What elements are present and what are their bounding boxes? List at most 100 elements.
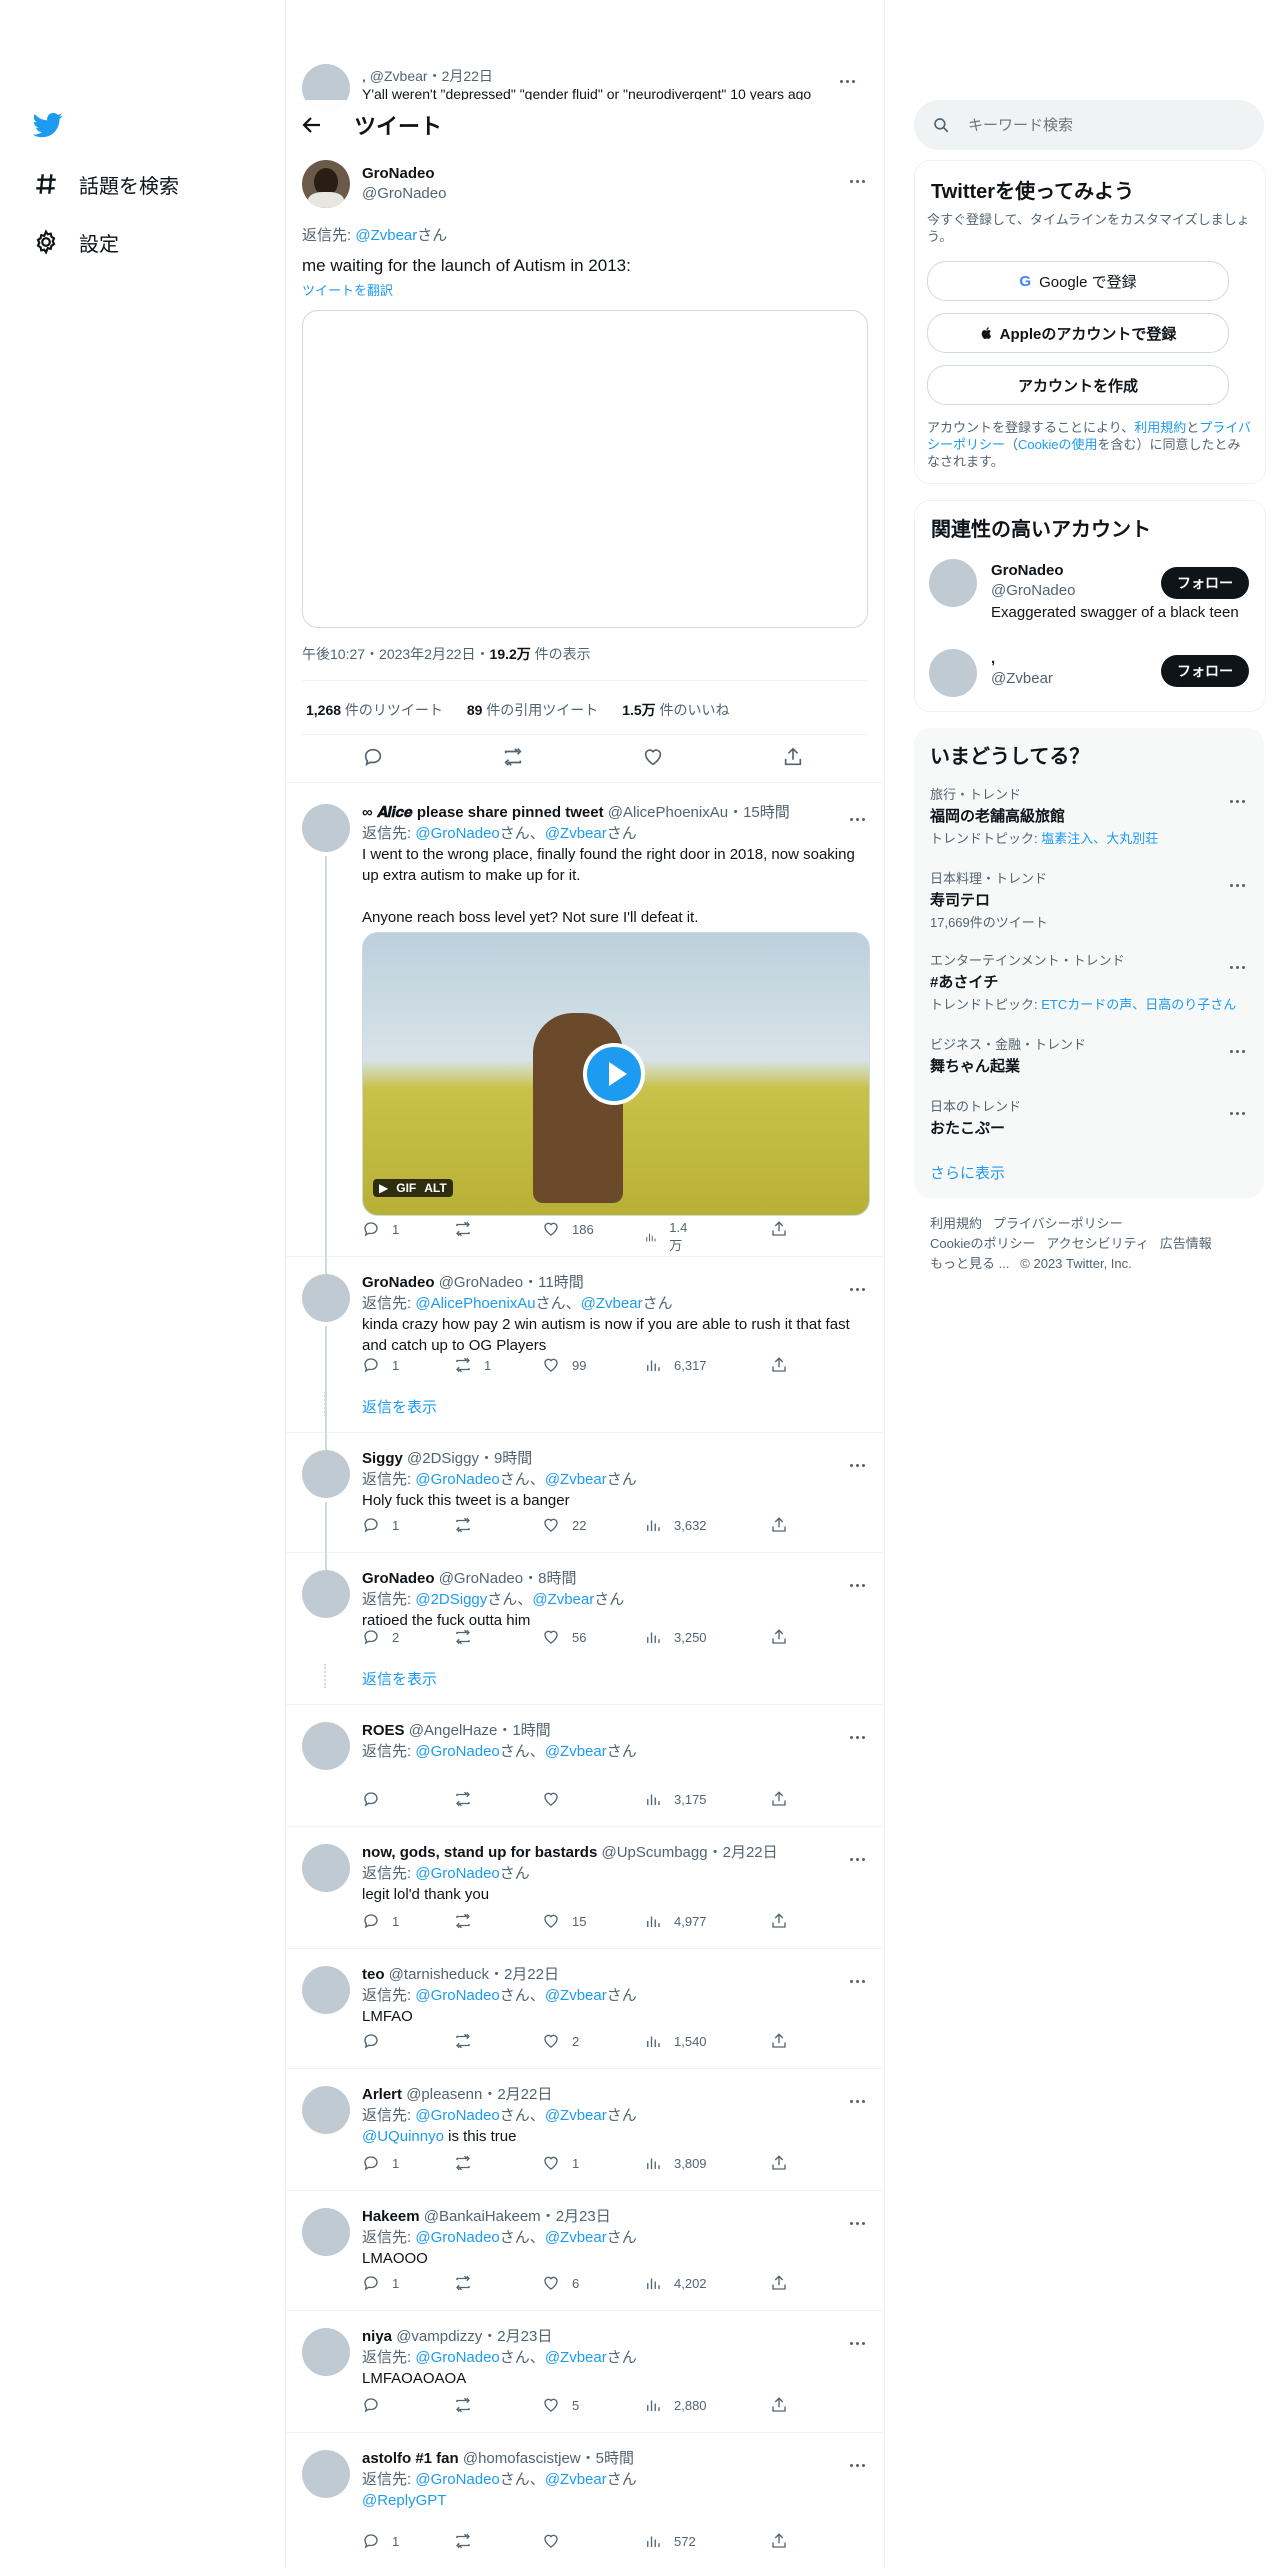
reply-button[interactable]: 2 — [362, 1628, 399, 1646]
follow-button[interactable]: フォロー — [1161, 567, 1249, 599]
reply-button[interactable]: 1 — [362, 2154, 399, 2172]
reply-mention[interactable]: @AlicePhoenixAu — [415, 1295, 535, 1312]
retweet-button[interactable] — [454, 1516, 484, 1534]
footer-link[interactable]: アクセシビリティ — [1046, 1236, 1149, 1251]
reply-button[interactable] — [362, 2032, 392, 2050]
retweets-stat[interactable]: 1,268 件のリツイート — [306, 702, 443, 718]
reply-tweet[interactable]: Hakeem @BankaiHakeem・2月23日 返信先: @GroNadeo… — [286, 2190, 884, 2311]
reply-tweet[interactable]: Siggy @2DSiggy・9時間 返信先: @GroNadeoさん、@Zvbe… — [286, 1432, 884, 1572]
more-icon[interactable] — [850, 1726, 870, 1739]
reply-time[interactable]: 15時間 — [743, 804, 790, 821]
play-button[interactable] — [583, 1043, 645, 1105]
reply-author-name[interactable]: GroNadeo — [362, 1274, 435, 1291]
more-icon[interactable] — [850, 1970, 870, 1983]
account-handle[interactable]: @Zvbear — [991, 669, 1053, 689]
share-button[interactable] — [770, 1628, 800, 1646]
views-button[interactable]: 3,809 — [644, 2154, 707, 2172]
nav-settings[interactable]: 設定 — [33, 222, 119, 262]
more-icon[interactable] — [840, 70, 860, 83]
more-icon[interactable] — [850, 1848, 870, 1861]
retweet-button[interactable] — [454, 2396, 484, 2414]
tweet-time[interactable]: 午後10:27・2023年2月22日・ — [302, 646, 490, 662]
more-icon[interactable] — [1230, 874, 1250, 887]
reply-author-handle[interactable]: @tarnisheduck — [389, 1966, 489, 1983]
avatar[interactable] — [302, 2328, 350, 2376]
share-button[interactable] — [770, 1912, 800, 1930]
views-button[interactable]: 1.4万 — [644, 1220, 692, 1254]
trend-item[interactable]: エンターテインメント・トレンド #あさイチ トレンドトピック: ETCカードの声、日… — [930, 950, 1248, 1013]
more-icon[interactable] — [1230, 956, 1250, 969]
more-icon[interactable] — [850, 170, 870, 183]
retweet-icon[interactable] — [502, 746, 524, 768]
reply-mention[interactable]: @GroNadeo — [415, 2107, 499, 2124]
search-box[interactable] — [914, 100, 1264, 150]
avatar[interactable] — [302, 2208, 350, 2256]
trend-item[interactable]: 日本料理・トレンド 寿司テロ 17,669件のツイート — [930, 868, 1248, 931]
footer-link[interactable]: Cookieのポリシー — [930, 1236, 1035, 1251]
reply-mention[interactable]: @GroNadeo — [415, 1743, 499, 1760]
reply-time[interactable]: 2月22日 — [497, 2086, 552, 2103]
reply-time[interactable]: 9時間 — [494, 1450, 532, 1467]
views-button[interactable]: 1,540 — [644, 2032, 707, 2050]
text-mention[interactable]: @UQuinnyo — [362, 2128, 444, 2145]
like-button[interactable]: 15 — [542, 1912, 586, 1930]
avatar[interactable] — [302, 2086, 350, 2134]
share-button[interactable] — [770, 1220, 800, 1238]
avatar[interactable] — [302, 1274, 350, 1322]
footer-link[interactable]: 利用規約 — [930, 1216, 982, 1231]
like-button[interactable]: 6 — [542, 2274, 579, 2292]
google-signup-button[interactable]: G Google で登録 — [927, 261, 1229, 301]
reply-time[interactable]: 2月22日 — [504, 1966, 559, 1983]
search-input[interactable] — [966, 115, 1230, 135]
reply-author-handle[interactable]: @GroNadeo — [439, 1274, 523, 1291]
reply-time[interactable]: 5時間 — [596, 2450, 634, 2467]
views-button[interactable]: 3,632 — [644, 1516, 707, 1534]
views-button[interactable]: 3,175 — [644, 1790, 707, 1808]
show-replies-link[interactable]: 返信を表示 — [362, 1668, 437, 1689]
reply-mention[interactable]: @Zvbear — [545, 1987, 607, 2004]
twitter-logo-icon[interactable] — [33, 110, 63, 140]
like-icon[interactable] — [642, 746, 664, 768]
reply-tweet[interactable]: astolfo #1 fan @homofascistjew・5時間 返信先: @… — [286, 2432, 884, 2568]
share-button[interactable] — [770, 1356, 800, 1374]
reply-mention[interactable]: @Zvbear — [545, 1743, 607, 1760]
nav-explore[interactable]: 話題を検索 — [33, 164, 179, 204]
views-button[interactable]: 2,880 — [644, 2396, 707, 2414]
reply-button[interactable]: 1 — [362, 1912, 399, 1930]
like-button[interactable] — [542, 2532, 572, 2550]
reply-mention[interactable]: @Zvbear — [545, 1471, 607, 1488]
reply-tweet[interactable]: GroNadeo @GroNadeo・11時間 返信先: @AlicePhoeni… — [286, 1256, 884, 1452]
more-icon[interactable] — [850, 2090, 870, 2103]
share-button[interactable] — [770, 2274, 800, 2292]
follow-button[interactable]: フォロー — [1161, 655, 1249, 687]
reply-button[interactable]: 1 — [362, 1516, 399, 1534]
avatar[interactable] — [929, 559, 977, 607]
reply-tweet[interactable]: ∞ 𝑨𝒍𝒊𝒄𝒆 please share pinned tweet @Alice… — [286, 786, 884, 1276]
footer-more-link[interactable]: もっと見る ... — [930, 1256, 1009, 1271]
legal-cookie-link[interactable]: Cookieの使用 — [1018, 437, 1097, 452]
reply-author-name[interactable]: ROES — [362, 1722, 405, 1739]
more-icon[interactable] — [850, 1574, 870, 1587]
reply-time[interactable]: 1時間 — [512, 1722, 550, 1739]
reply-time[interactable]: 2月22日 — [723, 1844, 778, 1861]
reply-author-name[interactable]: Siggy — [362, 1450, 403, 1467]
more-icon[interactable] — [850, 1278, 870, 1291]
more-icon[interactable] — [1230, 1102, 1250, 1115]
reply-mention[interactable]: @GroNadeo — [415, 1471, 499, 1488]
reply-author-handle[interactable]: @vampdizzy — [396, 2328, 482, 2345]
reply-author-name[interactable]: Hakeem — [362, 2208, 420, 2225]
avatar[interactable] — [302, 1844, 350, 1892]
trend-topics-links[interactable]: 塩素注入、大丸別荘 — [1041, 831, 1158, 846]
more-icon[interactable] — [850, 1454, 870, 1467]
share-button[interactable] — [770, 2032, 800, 2050]
trend-item[interactable]: ビジネス・金融・トレンド 舞ちゃん起業 — [930, 1034, 1248, 1076]
reply-author-handle[interactable]: @GroNadeo — [439, 1570, 523, 1587]
reply-author-handle[interactable]: @AngelHaze — [409, 1722, 498, 1739]
retweet-button[interactable] — [454, 1790, 484, 1808]
author-handle[interactable]: @GroNadeo — [362, 184, 446, 204]
like-button[interactable]: 186 — [542, 1220, 594, 1238]
reply-mention[interactable]: @Zvbear — [355, 227, 417, 244]
reply-author-handle[interactable]: @2DSiggy — [407, 1450, 479, 1467]
views-button[interactable]: 6,317 — [644, 1356, 707, 1374]
reply-mention[interactable]: @Zvbear — [545, 2229, 607, 2246]
